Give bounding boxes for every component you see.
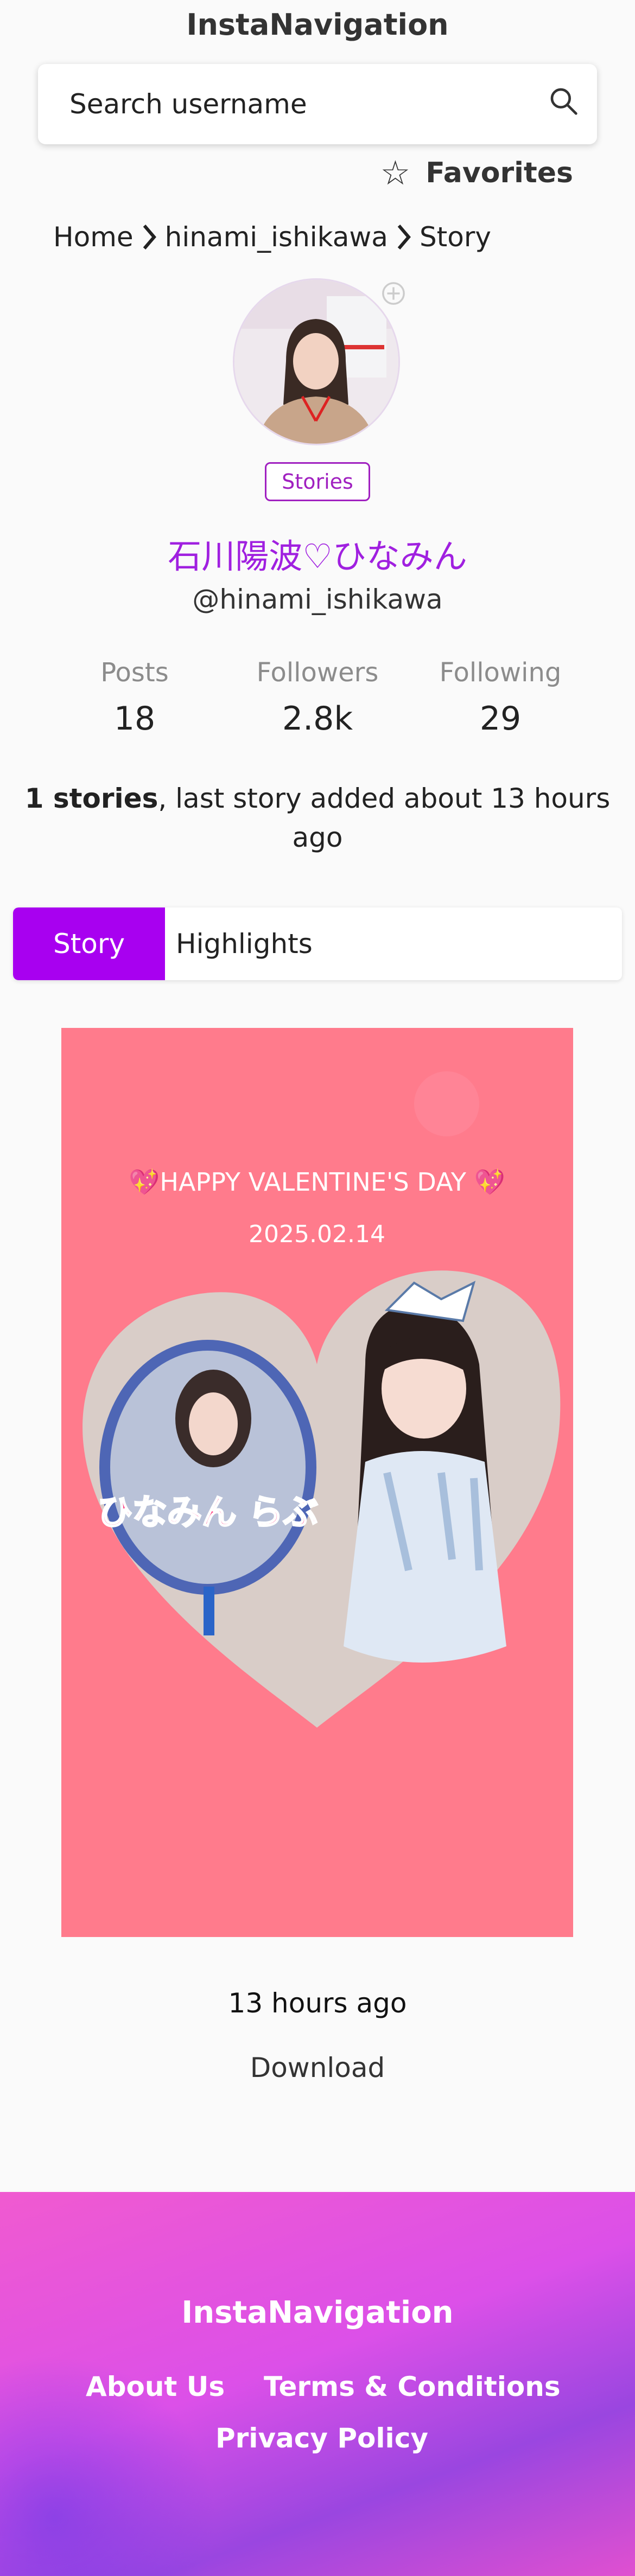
breadcrumb-home[interactable]: Home — [53, 221, 134, 253]
stat-value: 2.8k — [282, 700, 353, 738]
stories-count: 1 stories — [24, 783, 158, 814]
story-fan-text: ひなみん らぶ — [98, 1493, 318, 1533]
story-time: 13 hours ago — [228, 1987, 407, 2019]
stat-label: Following — [439, 657, 562, 688]
stories-summary: 1 stories, last story added about 13 hou… — [22, 779, 613, 857]
stat-followers: Followers 2.8k — [220, 657, 415, 738]
stat-posts: Posts 18 — [37, 657, 232, 738]
stat-following: Following 29 — [403, 657, 598, 738]
avatar-image — [234, 280, 398, 444]
story-image[interactable]: 💖HAPPY VALENTINE'S DAY 💖 2025.02.14 ひなみん… — [61, 1028, 573, 1937]
chevron-right-icon — [397, 225, 411, 250]
footer: InstaNavigation About Us Terms & Conditi… — [0, 2192, 635, 2576]
breadcrumb-current: Story — [419, 221, 492, 253]
stories-last-added: , last story added about 13 hours ago — [158, 783, 611, 853]
stories-badge[interactable]: Stories — [265, 462, 370, 501]
stat-label: Followers — [256, 657, 379, 688]
story-date: 2025.02.14 — [249, 1220, 385, 1248]
footer-title[interactable]: InstaNavigation — [0, 2295, 635, 2330]
stat-value: 29 — [479, 700, 522, 738]
tab-highlights[interactable]: Highlights — [165, 907, 313, 980]
breadcrumb: Home hinami_ishikawa Story — [53, 221, 491, 253]
footer-link-about[interactable]: About Us — [86, 2371, 225, 2402]
chevron-right-icon — [143, 225, 156, 250]
app-title[interactable]: InstaNavigation — [0, 8, 635, 42]
star-outline-icon: ☆ — [380, 153, 411, 193]
favorites-label: Favorites — [426, 157, 573, 189]
search-input[interactable] — [69, 85, 536, 124]
download-link[interactable]: Download — [0, 2052, 635, 2083]
plus-circle-icon[interactable] — [381, 281, 406, 306]
story-headline: 💖HAPPY VALENTINE'S DAY 💖 — [129, 1167, 505, 1197]
breadcrumb-profile[interactable]: hinami_ishikawa — [165, 221, 388, 253]
stat-value: 18 — [113, 700, 156, 738]
tab-story[interactable]: Story — [13, 907, 165, 980]
profile-handle: @hinami_ishikawa — [192, 584, 443, 615]
footer-link-terms[interactable]: Terms & Conditions — [264, 2371, 561, 2402]
favorites-link[interactable]: ☆ Favorites — [380, 156, 573, 190]
stat-label: Posts — [100, 657, 169, 688]
footer-link-privacy[interactable]: Privacy Policy — [215, 2422, 428, 2454]
avatar[interactable] — [234, 280, 398, 444]
search-box — [38, 64, 597, 144]
tab-bar: Story Highlights — [13, 907, 622, 980]
search-icon[interactable] — [548, 86, 579, 116]
profile-name: 石川陽波♡ひなみん — [168, 536, 467, 576]
